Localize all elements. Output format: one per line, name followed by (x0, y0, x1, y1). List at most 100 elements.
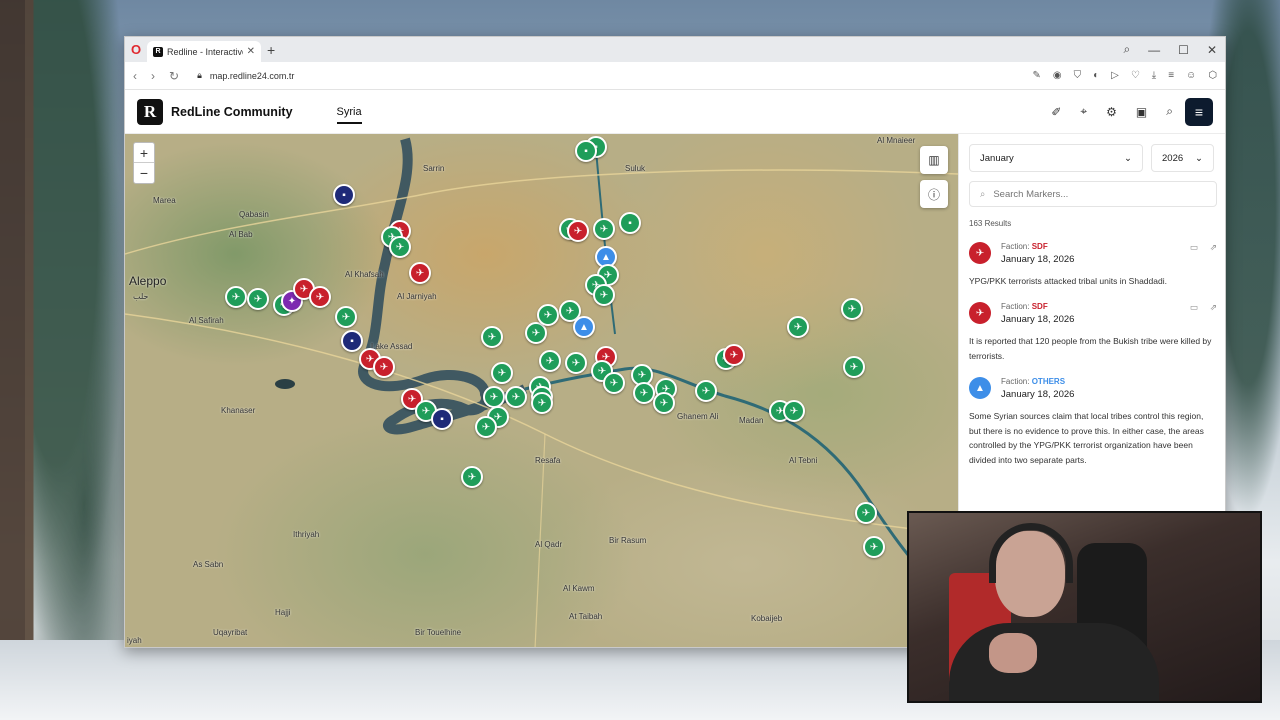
vpn-icon[interactable]: ◐ (1093, 70, 1099, 81)
camera-icon[interactable]: ◉ (1053, 70, 1062, 81)
marker-green[interactable]: ✈ (537, 304, 559, 326)
marker-entry[interactable]: ▲ Faction: OTHERS January 18, 2026 Some … (969, 377, 1217, 467)
external-link-icon[interactable]: ⇗ (1210, 242, 1217, 253)
marker-navy[interactable]: ▪ (341, 330, 363, 352)
place-madan: Madan (739, 416, 764, 425)
reload-icon[interactable]: ↻ (169, 69, 179, 83)
webcam-overlay (907, 511, 1262, 703)
jabbul-lake (275, 379, 295, 389)
marker-green[interactable]: ✈ (863, 536, 885, 558)
site-title[interactable]: RedLine Community (171, 105, 293, 119)
marker-green[interactable]: ▪ (619, 212, 641, 234)
marker-entry[interactable]: ✈ Faction: SDF January 18, 2026 ▭ ⇗ YPG/… (969, 242, 1217, 288)
search-tabs-icon[interactable]: ⌕ (1123, 42, 1130, 57)
faction-label: Faction: (1001, 302, 1030, 312)
marker-green[interactable]: ✈ (783, 400, 805, 422)
marker-green[interactable]: ✈ (653, 392, 675, 414)
minimize-icon[interactable]: — (1148, 43, 1160, 57)
nav-tab-syria[interactable]: Syria (336, 106, 362, 124)
marker-green[interactable]: ✈ (335, 306, 357, 328)
extensions-icon[interactable]: ⬡ (1208, 70, 1217, 81)
place-qabasin: Qabasin (239, 210, 269, 219)
url-field[interactable]: 🔒︎ map.redline24.com.tr (197, 70, 294, 81)
marker-green[interactable]: ✈ (481, 326, 503, 348)
play-icon[interactable]: ▷ (1111, 70, 1119, 81)
year-select[interactable]: 2026 ⌄ (1151, 144, 1214, 172)
interactive-map[interactable]: Aleppo حلب Marea Qabasin Al Bab Al Khafs… (125, 134, 958, 647)
marker-green[interactable]: ✈ (483, 386, 505, 408)
marker-entry[interactable]: ✈ Faction: SDF January 18, 2026 ▭ ⇗ It i… (969, 302, 1217, 363)
marker-green[interactable]: ✈ (593, 218, 615, 240)
profile-icon[interactable]: ☺ (1186, 70, 1196, 81)
marker-green[interactable]: ✈ (787, 316, 809, 338)
draw-icon[interactable]: ✐ (1051, 105, 1061, 119)
marker-red[interactable]: ✈ (723, 344, 745, 366)
marker-green[interactable]: ✈ (539, 350, 561, 372)
marker-navy[interactable]: ▪ (431, 408, 453, 430)
entry-text: It is reported that 120 people from the … (969, 336, 1212, 361)
forward-icon[interactable]: › (151, 69, 155, 83)
place-ithriyah: Ithriyah (293, 530, 320, 539)
marker-green[interactable]: ▪ (575, 140, 597, 162)
video-icon[interactable]: ▭ (1190, 242, 1198, 253)
entry-date: January 18, 2026 (1001, 254, 1075, 265)
marker-green[interactable]: ✈ (565, 352, 587, 374)
marker-green[interactable]: ✈ (225, 286, 247, 308)
marker-green[interactable]: ✈ (491, 362, 513, 384)
back-icon[interactable]: ‹ (133, 69, 137, 83)
shield-icon[interactable]: ⛉ (1074, 70, 1082, 81)
marker-green[interactable]: ✈ (475, 416, 497, 438)
marker-navy[interactable]: ▪ (333, 184, 355, 206)
marker-green[interactable]: ✈ (531, 392, 553, 414)
place-al-bab: Al Bab (229, 230, 253, 239)
marker-green[interactable]: ✈ (855, 502, 877, 524)
place-al-tebni: Al Tebni (789, 456, 818, 465)
zoom-in-button[interactable]: + (134, 143, 154, 163)
zoom-out-button[interactable]: − (134, 163, 154, 183)
map-layers-button[interactable]: ▥ (920, 146, 948, 174)
map-info-button[interactable]: ⓘ (920, 180, 948, 208)
search-markers-input[interactable] (993, 188, 1174, 200)
search-icon[interactable]: ⌕ (1166, 104, 1173, 119)
location-pin-icon[interactable]: ⌖ (1080, 104, 1087, 119)
download-icon[interactable]: ⤓ (1152, 70, 1156, 81)
marker-green[interactable]: ✈ (389, 236, 411, 258)
hamburger-menu-button[interactable]: ≡ (1185, 97, 1213, 126)
browser-tab[interactable]: R Redline - Interactive Strat ✕ (147, 41, 261, 62)
marker-red[interactable]: ✈ (567, 220, 589, 242)
external-link-icon[interactable]: ⇗ (1210, 302, 1217, 313)
marker-green[interactable]: ✈ (841, 298, 863, 320)
faction-name: SDF (1031, 242, 1048, 251)
address-bar: ‹ › ↻ 🔒︎ map.redline24.com.tr ✎ ◉ ⛉ ◐ ▷ … (125, 62, 1225, 90)
marker-red[interactable]: ✈ (409, 262, 431, 284)
marker-green[interactable]: ✈ (633, 382, 655, 404)
maximize-icon[interactable]: ☐ (1178, 43, 1189, 57)
settings-gear-icon[interactable]: ⚙ (1106, 105, 1117, 119)
month-select[interactable]: January ⌄ (969, 144, 1143, 172)
marker-green[interactable]: ✈ (505, 386, 527, 408)
tab-close-icon[interactable]: ✕ (247, 46, 255, 57)
marker-red[interactable]: ✈ (309, 286, 331, 308)
place-kobaijeb: Kobaijeb (751, 614, 783, 623)
opera-logo-icon[interactable]: O (125, 37, 147, 62)
marker-green[interactable]: ✈ (247, 288, 269, 310)
edit-icon[interactable]: ✎ (1032, 70, 1040, 81)
redline-logo[interactable]: R (137, 98, 163, 125)
heart-icon[interactable]: ♡ (1131, 70, 1140, 81)
place-aleppo-ar: حلب (133, 292, 149, 301)
close-window-icon[interactable]: ✕ (1207, 43, 1217, 57)
marker-green[interactable]: ✈ (843, 356, 865, 378)
marker-blue[interactable]: ▲ (573, 316, 595, 338)
tab-title: Redline - Interactive Strat (167, 46, 243, 57)
menu-lines-icon[interactable]: ≡ (1168, 70, 1174, 81)
video-icon[interactable]: ▭ (1190, 302, 1198, 313)
marker-green[interactable]: ✈ (461, 466, 483, 488)
marker-red[interactable]: ✈ (373, 356, 395, 378)
marker-green[interactable]: ✈ (603, 372, 625, 394)
screenshot-camera-icon[interactable]: ▣ (1136, 105, 1147, 119)
place-hajji: Hajji (275, 608, 291, 617)
marker-green[interactable]: ✈ (593, 284, 615, 306)
new-tab-button[interactable]: + (267, 42, 275, 58)
place-al-qadr: Al Qadr (535, 540, 563, 549)
marker-green[interactable]: ✈ (695, 380, 717, 402)
